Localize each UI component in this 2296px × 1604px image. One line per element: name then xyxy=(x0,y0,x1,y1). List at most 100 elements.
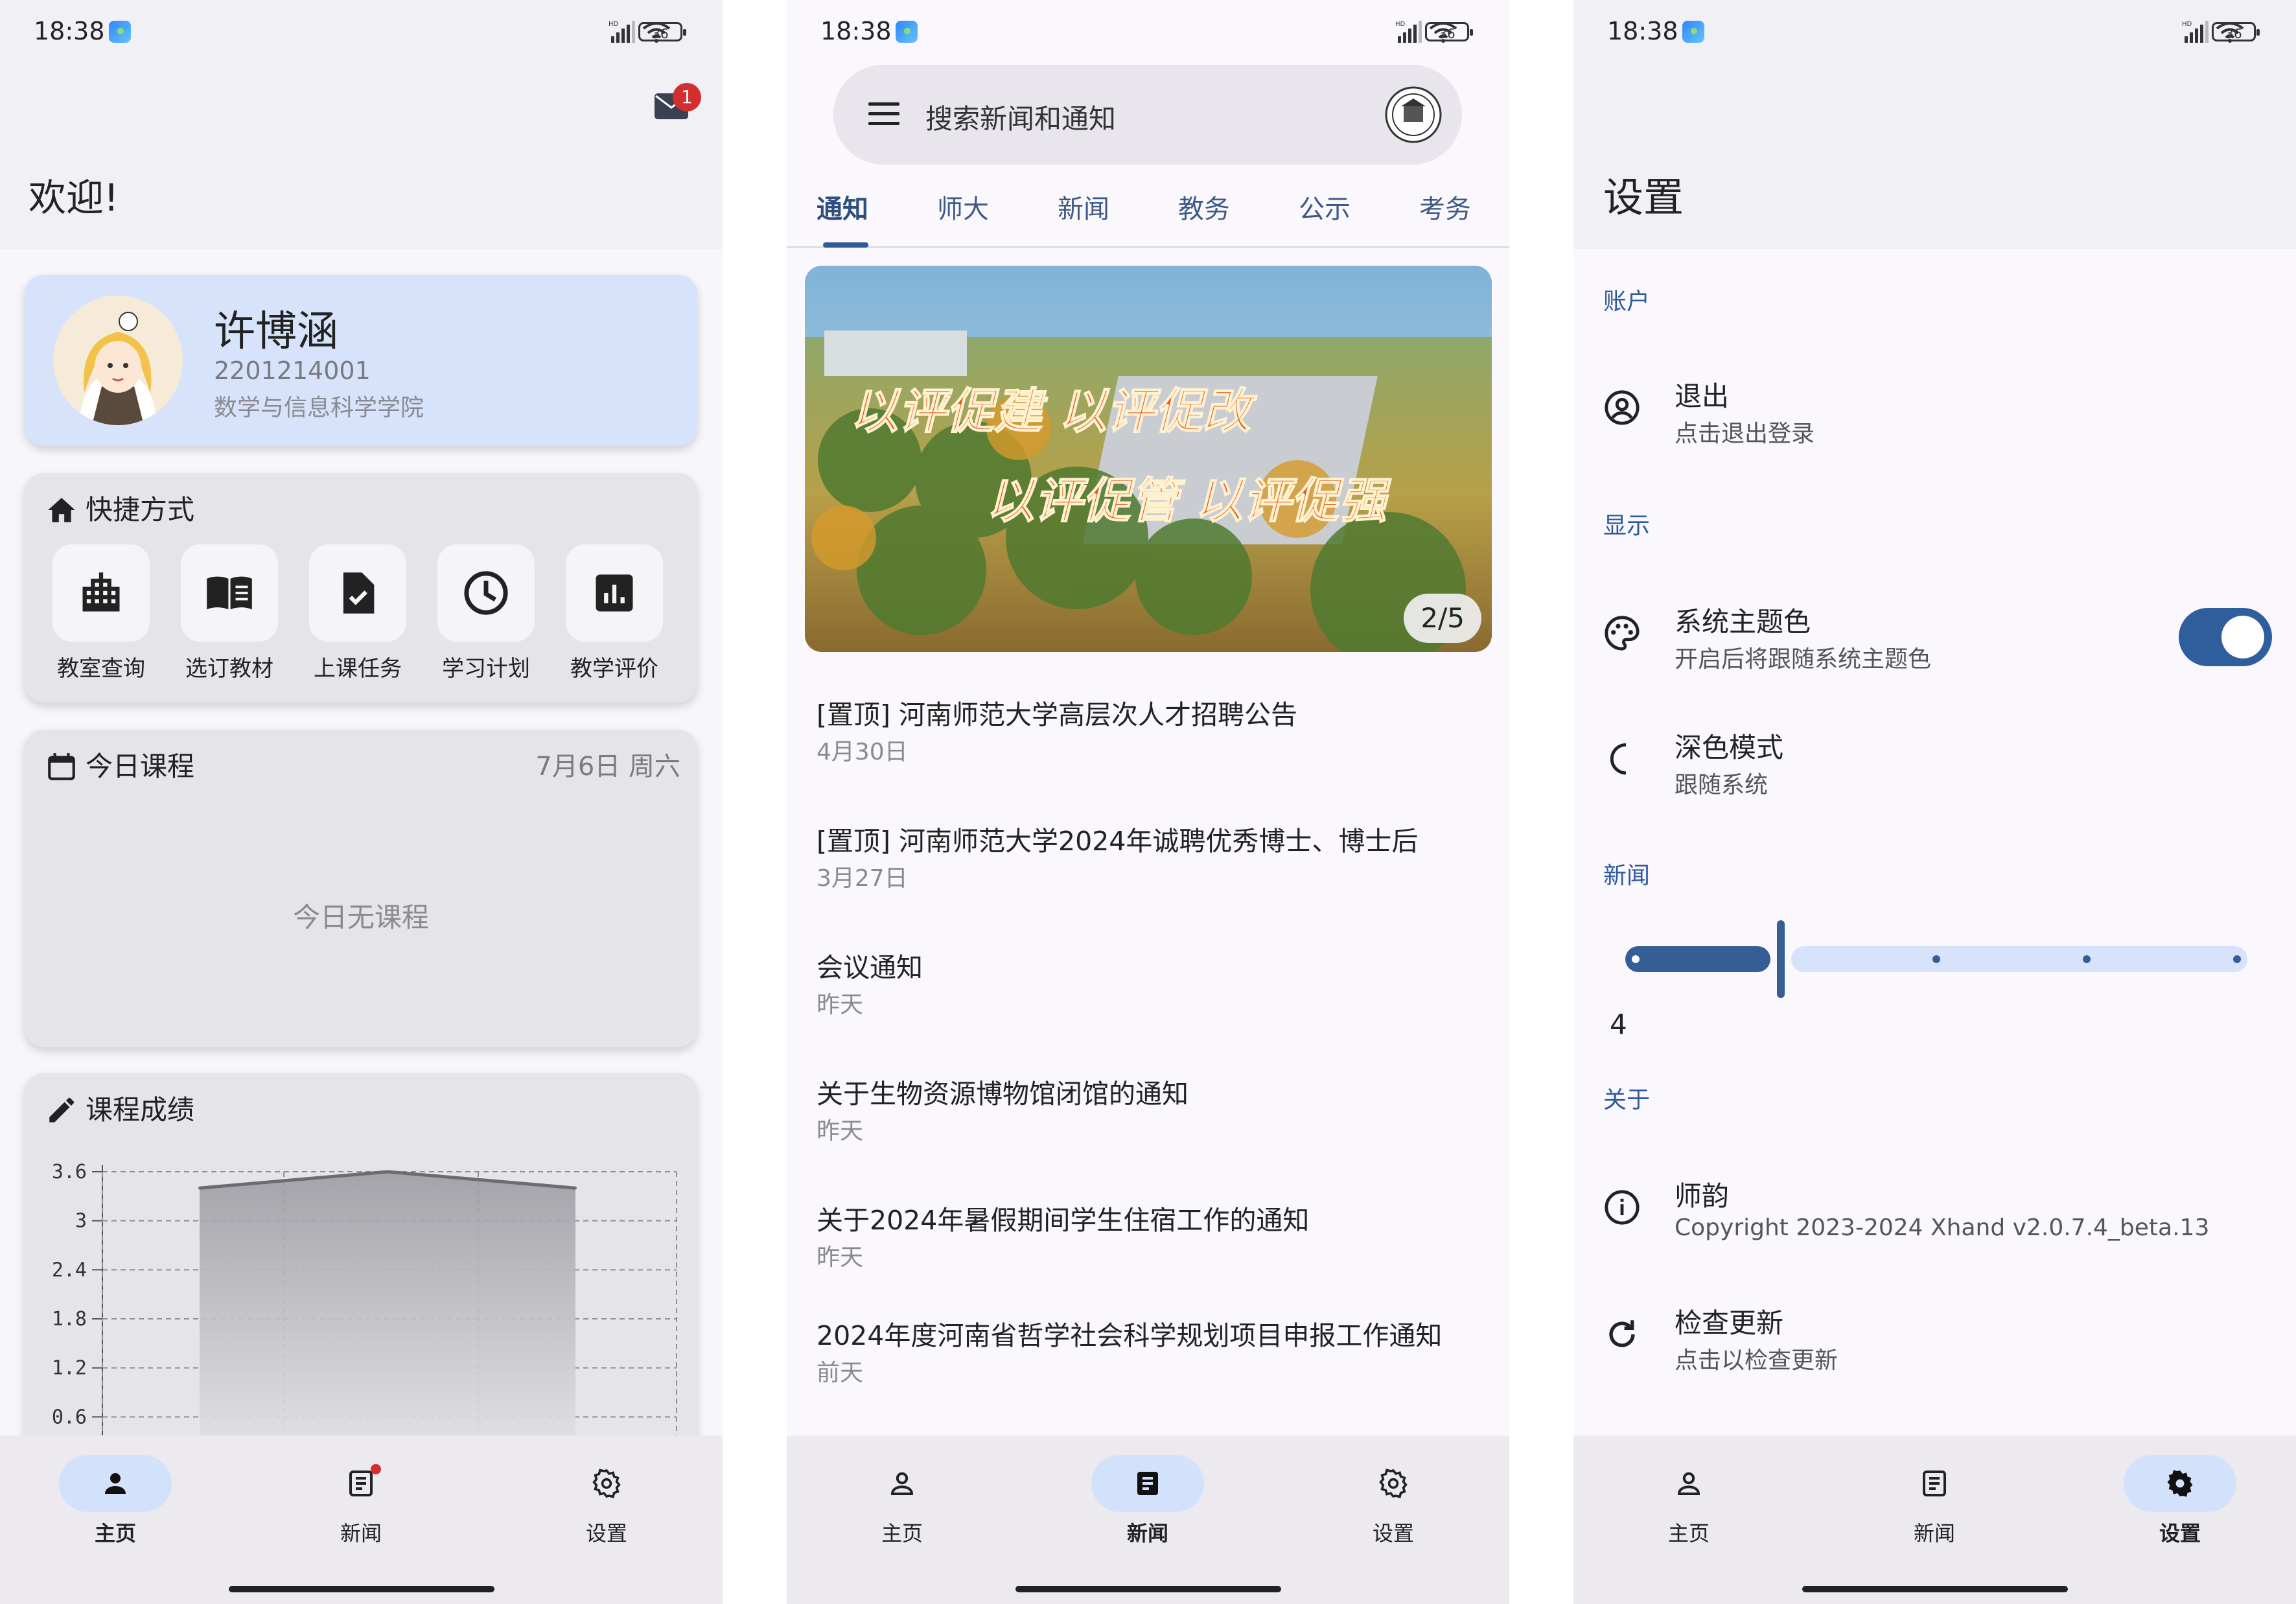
palette-icon xyxy=(1605,616,1640,651)
student-name: 许博涵 xyxy=(214,308,338,356)
svg-text:HD: HD xyxy=(2182,21,2192,28)
y-tick-label: 2.4 xyxy=(52,1259,87,1281)
logout-row[interactable]: 退出 点击退出登录 xyxy=(1573,360,2296,458)
news-item[interactable]: [置顶] 河南师范大学2024年诚聘优秀博士、博士后 3月27日 xyxy=(817,820,1478,895)
home-screen: 18:38 HD 36 1 欢迎! 许博涵 2201214001 数学与信息科学… xyxy=(0,0,723,1604)
news-item[interactable]: [置顶] 河南师范大学高层次人才招聘公告 4月30日 xyxy=(817,693,1478,769)
nav-label: 设置 xyxy=(1372,1521,1414,1546)
news-item[interactable]: 关于生物资源博物馆闭馆的通知 昨天 xyxy=(817,1073,1478,1148)
calendar-icon xyxy=(48,753,75,780)
check-update-row[interactable]: 检查更新 点击以检查更新 xyxy=(1573,1287,2296,1384)
nav-news[interactable]: 新闻 xyxy=(1076,1455,1219,1547)
status-bar: 18:38 HD 36 xyxy=(1573,0,2296,65)
app-name: 师韵 xyxy=(1675,1180,1730,1212)
settings-screen: 18:38 HD 36 设置 账户 退出 点击退出登录 显示 系统主题色 开启后… xyxy=(1573,0,2296,1604)
nav-settings[interactable]: 设置 xyxy=(1322,1455,1465,1547)
theme-color-row[interactable]: 系统主题色 开启后将跟随系统主题色 xyxy=(1573,586,2296,683)
grades-point xyxy=(198,1187,201,1190)
news-item[interactable]: 关于2024年暑假期间学生住宿工作的通知 昨天 xyxy=(817,1199,1478,1274)
home-icon xyxy=(48,498,75,522)
nav-news[interactable]: 新闻 xyxy=(290,1455,432,1547)
news-banner-carousel[interactable]: 以评促建 以评促改 以评促管 以评促强 2/5 xyxy=(805,266,1492,652)
bottom-nav: 主页 新闻 设置 xyxy=(1573,1435,2296,1604)
app-notification-icon xyxy=(896,21,918,43)
news-date: 昨天 xyxy=(817,1244,864,1271)
grades-title: 课程成绩 xyxy=(86,1094,195,1126)
status-time: 18:38 xyxy=(820,17,892,45)
article-icon xyxy=(1137,1472,1158,1495)
status-time: 18:38 xyxy=(1607,17,1678,45)
info-icon xyxy=(1605,1190,1640,1225)
y-tick-label: 3.6 xyxy=(52,1161,87,1183)
university-emblem-icon[interactable] xyxy=(1384,86,1443,144)
nav-label: 新闻 xyxy=(1913,1521,1955,1546)
news-screen: 18:38 HD 36 搜索新闻和通知 通知 师大 新闻 教务 公示 考务 以评… xyxy=(787,0,1509,1604)
tab-exam[interactable]: 考务 xyxy=(1400,188,1490,226)
news-title: 2024年度河南省哲学社会科学规划项目申报工作通知 xyxy=(817,1320,1443,1351)
task-file-icon xyxy=(343,572,375,614)
nav-label: 主页 xyxy=(1667,1521,1710,1546)
bottom-nav: 主页 新闻 设置 xyxy=(0,1435,723,1604)
dark-mode-subtitle: 跟随系统 xyxy=(1675,772,1768,798)
dark-mode-row[interactable]: 深色模式 跟随系统 xyxy=(1573,712,2296,809)
news-date: 4月30日 xyxy=(817,739,908,765)
slider-active-track xyxy=(1625,946,1770,972)
news-count-slider[interactable] xyxy=(1612,920,2260,998)
section-account: 账户 xyxy=(1603,288,1651,315)
tab-university[interactable]: 师大 xyxy=(918,188,1008,226)
grades-card[interactable]: 课程成绩 00.61.21.82.433.6 xyxy=(25,1073,697,1475)
news-title: 会议通知 xyxy=(817,952,923,983)
shortcut-label: 上课任务 xyxy=(314,656,402,682)
news-item[interactable]: 会议通知 昨天 xyxy=(817,946,1478,1021)
news-date: 昨天 xyxy=(817,1118,864,1145)
shortcut-evaluation[interactable]: 教学评价 xyxy=(556,544,673,682)
tab-notice[interactable]: 通知 xyxy=(797,188,888,248)
slider-step-dot xyxy=(1932,955,1940,963)
news-unread-dot xyxy=(371,1464,381,1474)
profile-card[interactable]: 许博涵 2201214001 数学与信息科学学院 xyxy=(25,275,697,446)
status-time: 18:38 xyxy=(34,17,105,45)
refresh-icon xyxy=(1609,1320,1635,1347)
student-college: 数学与信息科学学院 xyxy=(214,395,424,421)
clock-icon xyxy=(464,571,508,615)
search-bar[interactable]: 搜索新闻和通知 xyxy=(833,65,1462,165)
shortcut-plan[interactable]: 学习计划 xyxy=(428,544,544,682)
y-tick-label: 3 xyxy=(75,1210,87,1233)
menu-icon[interactable] xyxy=(867,100,901,128)
nav-settings[interactable]: 设置 xyxy=(535,1455,678,1547)
gesture-handle xyxy=(1802,1586,2068,1592)
theme-color-title: 系统主题色 xyxy=(1675,606,1811,638)
news-date: 3月27日 xyxy=(817,865,908,892)
chart-box-icon xyxy=(596,574,633,612)
tab-academic[interactable]: 教务 xyxy=(1159,188,1249,226)
gesture-handle xyxy=(228,1586,494,1592)
nav-news[interactable]: 新闻 xyxy=(1863,1455,2006,1547)
news-tabs: 通知 师大 新闻 教务 公示 考务 xyxy=(787,179,1509,248)
nav-label: 设置 xyxy=(585,1521,627,1546)
theme-color-toggle[interactable] xyxy=(2179,608,2272,666)
nav-home[interactable]: 主页 xyxy=(831,1455,973,1547)
banner-image: 以评促建 以评促改 以评促管 以评促强 xyxy=(805,266,1492,652)
nav-home[interactable]: 主页 xyxy=(1618,1455,1760,1547)
bottom-nav: 主页 新闻 设置 xyxy=(787,1435,1509,1604)
mail-badge: 1 xyxy=(673,83,701,111)
shortcuts-card: 快捷方式 教室查询 选订教材 上课任务 学习计划 教学评价 xyxy=(25,473,697,703)
book-icon xyxy=(207,576,252,610)
pencil-icon xyxy=(49,1097,75,1122)
signal-icon: HD xyxy=(2182,21,2209,43)
tab-news[interactable]: 新闻 xyxy=(1038,188,1129,226)
shortcut-classroom[interactable]: 教室查询 xyxy=(43,544,159,682)
news-title: [置顶] 河南师范大学高层次人才招聘公告 xyxy=(817,699,1298,730)
svg-text:HD: HD xyxy=(609,21,619,28)
nav-label: 新闻 xyxy=(1126,1521,1168,1546)
shortcut-tasks[interactable]: 上课任务 xyxy=(299,544,416,682)
shortcuts-header: 快捷方式 xyxy=(45,493,194,528)
today-courses-card[interactable]: 今日课程 7月6日 周六 今日无课程 xyxy=(25,730,697,1047)
news-item[interactable]: 2024年度河南省哲学社会科学规划项目申报工作通知 前天 xyxy=(817,1314,1452,1389)
nav-home[interactable]: 主页 xyxy=(44,1455,187,1547)
tab-public[interactable]: 公示 xyxy=(1279,188,1370,226)
about-app-row[interactable]: 师韵 Copyright 2023-2024 Xhand v2.0.7.4_be… xyxy=(1573,1160,2296,1257)
app-notification-icon xyxy=(109,21,131,43)
shortcut-textbook[interactable]: 选订教材 xyxy=(171,544,288,682)
nav-settings[interactable]: 设置 xyxy=(2109,1455,2251,1547)
